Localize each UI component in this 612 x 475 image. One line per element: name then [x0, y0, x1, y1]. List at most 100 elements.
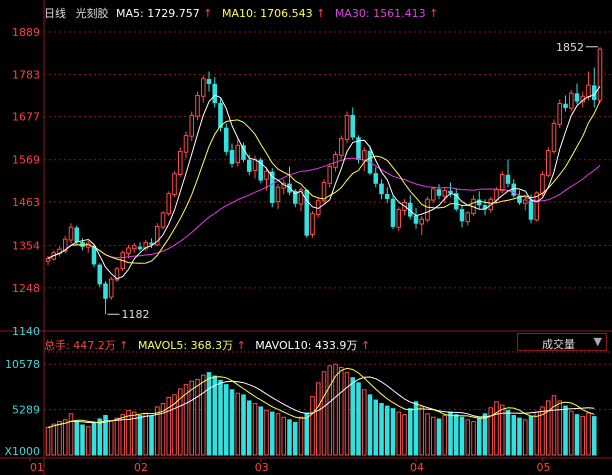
candle-up	[344, 114, 350, 140]
indicator-select[interactable]: 成交量 ▼	[517, 333, 607, 351]
volume-header: 总手: 447.2万 ↑ MAVOL5: 368.3万 ↑ MAVOL10: 4…	[44, 337, 370, 353]
volume-bar-up	[402, 414, 407, 456]
price-tick-label: 1248	[12, 282, 40, 295]
candle-up	[45, 257, 51, 262]
candle-down	[563, 103, 568, 108]
volume-bar-up	[465, 419, 471, 456]
volume-bar-up	[430, 416, 436, 456]
volume-bar-up	[396, 411, 402, 456]
volume-bar-up	[338, 366, 344, 456]
ma30-label: MA30:	[334, 7, 370, 20]
candle-up	[310, 213, 315, 235]
mavol5-label: MAVOL5:	[137, 339, 188, 352]
mavol5-up-arrow-icon: ↑	[236, 339, 246, 352]
candle-down	[350, 114, 356, 138]
volume-bar-up	[235, 392, 241, 456]
low-price-label: 1182	[122, 308, 150, 321]
candle-up	[586, 84, 591, 98]
volume-bar-down	[476, 417, 482, 456]
volume-bar-up	[321, 371, 327, 456]
candle-down	[390, 198, 396, 227]
volume-bar-up	[252, 403, 258, 456]
volume-bar-up	[120, 414, 126, 456]
candle-up	[200, 78, 206, 97]
candle-down	[103, 283, 108, 299]
candle-down	[574, 93, 580, 102]
candle-up	[189, 114, 195, 137]
candle-up	[195, 94, 200, 117]
volume-bar-up	[57, 421, 62, 456]
mavol5-value: 368.3万	[190, 339, 234, 352]
candle-down	[459, 209, 465, 222]
volume-bar-down	[436, 418, 442, 456]
indicator-select-label: 成交量	[542, 338, 575, 351]
date-axis: 01 02 03 04 05	[29, 458, 551, 474]
candle-down	[413, 215, 419, 224]
volume-bar-down	[149, 415, 154, 456]
ma10-value: 1706.543	[260, 7, 313, 20]
candle-down	[505, 174, 511, 184]
total-volume-value: 447.2万	[73, 339, 116, 352]
date-tick-label: 02	[134, 461, 148, 474]
candle-up	[183, 134, 189, 153]
candle-down	[384, 193, 390, 199]
mavol10-label: MAVOL10:	[255, 339, 312, 352]
volume-bar-up	[545, 400, 551, 456]
volume-bar-down	[517, 417, 522, 456]
candle-down	[304, 189, 310, 236]
price-tick-label: 1140	[12, 325, 40, 338]
candle-down	[528, 200, 534, 220]
price-tick-label: 1354	[12, 240, 40, 253]
candle-up	[597, 48, 603, 101]
volume-bar-up	[344, 372, 350, 456]
volume-bar-down	[453, 414, 459, 456]
volume-bar-up	[522, 419, 528, 456]
candle-up	[333, 154, 338, 168]
volume-bar-down	[448, 411, 453, 456]
candle-down	[97, 264, 103, 285]
candle-up	[160, 212, 166, 228]
candle-down	[74, 227, 80, 243]
candle-up	[177, 150, 183, 176]
candle-down	[229, 150, 235, 164]
candle-down	[218, 102, 223, 128]
volume-bar-down	[390, 408, 396, 456]
ma5-label: MA5:	[116, 7, 144, 20]
volume-bar-down	[384, 405, 390, 456]
volume-bar-up	[471, 421, 476, 456]
kline-chart: 1140 1248 1354 1463 1569 1677 1783 1889 1852 118…	[0, 0, 612, 475]
price-tick-label: 1463	[12, 196, 40, 209]
volume-bar-up	[494, 401, 499, 456]
volume-bar-down	[218, 379, 223, 456]
volume-bar-down	[223, 384, 229, 456]
volume-unit-label: X1000	[4, 445, 40, 458]
volume-bar-up	[419, 406, 425, 456]
candle-down	[511, 183, 517, 196]
candle-up	[252, 158, 258, 172]
candle-up	[172, 173, 177, 195]
volume-bar-up	[534, 411, 540, 456]
volume-bar-down	[258, 406, 264, 456]
volume-axis: 10578 5289 X1000	[4, 358, 40, 458]
volume-bar-down	[459, 416, 465, 456]
volume-bar-down	[246, 400, 252, 456]
volume-bar-up	[200, 374, 206, 456]
volume-bar-down	[591, 416, 597, 456]
candle-up	[68, 226, 74, 241]
price-axis: 1140 1248 1354 1463 1569 1677 1783 1889	[12, 26, 40, 338]
volume-bar-down	[574, 414, 580, 456]
volume-bar-down	[74, 421, 80, 456]
volume-bar-down	[563, 405, 568, 456]
candle-up	[235, 144, 241, 164]
candle-up	[275, 186, 281, 203]
volume-bar-up	[557, 400, 563, 456]
candle-down	[448, 190, 453, 194]
candle-up	[108, 278, 114, 298]
total-up-arrow-icon: ↑	[119, 339, 129, 352]
candle-down	[149, 242, 154, 245]
volume-bar-down	[367, 394, 373, 456]
volume-bar-up	[298, 416, 304, 456]
candle-down	[436, 189, 442, 196]
price-tick-label: 1889	[12, 26, 40, 39]
candle-up	[494, 189, 499, 201]
